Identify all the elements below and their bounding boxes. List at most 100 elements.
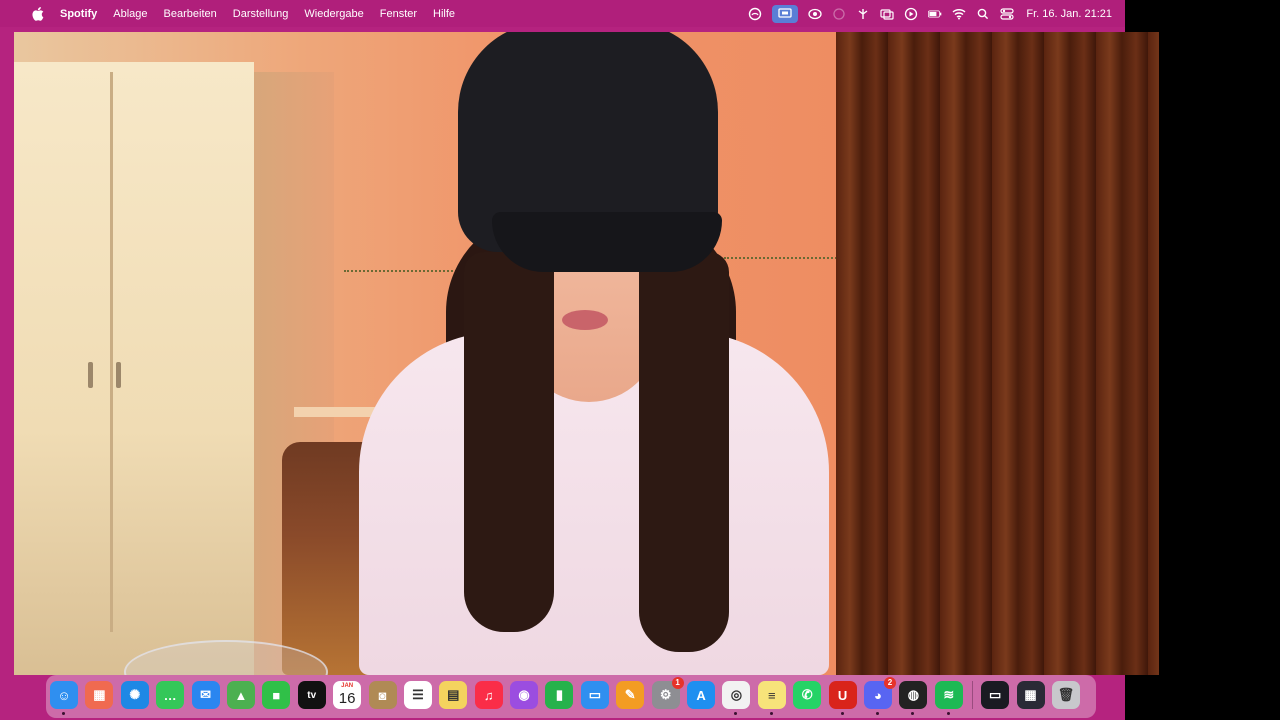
discord-glyph: ◕ — [874, 687, 882, 703]
display-icon[interactable] — [880, 7, 894, 21]
music-glyph: ♫ — [483, 687, 494, 703]
chrome-glyph: ◎ — [730, 687, 743, 702]
dock-finder-icon[interactable]: ☺ — [50, 681, 78, 715]
messages-glyph: … — [163, 687, 177, 703]
menu-wiedergabe[interactable]: Wiedergabe — [304, 8, 363, 20]
creative-cloud-icon[interactable] — [748, 7, 762, 21]
dock-facetime-icon[interactable]: ■ — [262, 681, 291, 709]
video-wardrobe-split — [110, 72, 113, 632]
discord-badge: 2 — [883, 677, 896, 689]
dock-apple-tv-icon[interactable]: tv — [297, 681, 326, 709]
dock-obs-icon[interactable]: ◍ — [899, 681, 928, 715]
maps-glyph: ▲ — [234, 687, 248, 703]
control-center-icon[interactable] — [1000, 7, 1014, 21]
safari-glyph: ✺ — [129, 687, 141, 702]
dock-separator — [972, 681, 974, 709]
video-wardrobe — [14, 62, 254, 675]
obs-glyph: ◍ — [907, 687, 920, 702]
wifi-icon[interactable] — [952, 7, 966, 21]
keynote-glyph: ▭ — [588, 687, 601, 702]
running-indicator — [875, 712, 879, 715]
menubar-clock[interactable]: Fr. 16. Jan. 21:21 — [1026, 8, 1112, 20]
dock-recent-window-1-icon[interactable]: ▭ — [981, 681, 1010, 709]
dock-reminders-icon[interactable]: ☰ — [403, 681, 432, 709]
podcasts-glyph: ◉ — [518, 687, 530, 702]
dock-keynote-icon[interactable]: ▭ — [580, 681, 609, 709]
stickies-glyph: ≡ — [768, 687, 776, 703]
video-person-hair-right — [639, 252, 729, 652]
dock-items: ☺ ▦ ✺… ✉ ▲ ■ tv JAN 16 ◙ ☰ ▤ ♫ ◉ ▮ ▭ ✎ ⚙ 1 A ◎ ≡ ✆ U ◕ 2 ◍ ≋ ▭ ▦ 🗑 — [50, 677, 1087, 715]
menu-hilfe[interactable]: Hilfe — [433, 8, 455, 20]
battery-icon[interactable] — [928, 7, 942, 21]
video-wardrobe-handle — [88, 362, 93, 388]
apple-tv-glyph: tv — [307, 689, 317, 701]
menu-app-name[interactable]: Spotify — [60, 8, 97, 20]
video-curtain — [836, 32, 1159, 675]
dock-trash-icon[interactable]: 🗑 — [1051, 681, 1080, 709]
dock-podcasts-icon[interactable]: ◉ — [510, 681, 539, 709]
focus-icon[interactable] — [832, 7, 846, 21]
apple-menu-icon[interactable] — [30, 6, 46, 22]
spotlight-search-icon[interactable] — [976, 7, 990, 21]
dock-whatsapp-icon[interactable]: ✆ — [793, 681, 822, 709]
dock-stickies-icon[interactable]: ≡ — [757, 681, 786, 715]
launchpad-glyph: ▦ — [93, 687, 106, 702]
screen-share-icon[interactable] — [772, 4, 799, 23]
dock-notes-icon[interactable]: ▤ — [439, 681, 468, 709]
dock-numbers-icon[interactable]: ▮ — [545, 681, 574, 709]
dock-app-store-icon[interactable]: A — [687, 681, 716, 709]
mail-glyph: ✉ — [200, 687, 212, 702]
whatsapp-glyph: ✆ — [801, 687, 813, 702]
dock-recent-window-2-icon[interactable]: ▦ — [1016, 681, 1045, 709]
dock-maps-icon[interactable]: ▲ — [226, 681, 255, 709]
notes-glyph: ▤ — [447, 687, 460, 702]
screen: Spotify Ablage Bearbeiten Darstellung Wi… — [0, 0, 1280, 720]
dock-contacts-icon[interactable]: ◙ — [368, 681, 397, 709]
menu-fenster[interactable]: Fenster — [380, 8, 417, 20]
calendar-day-label: 16 — [338, 690, 356, 707]
recent-window-1-glyph: ▭ — [989, 687, 1002, 702]
system-settings-badge: 1 — [671, 677, 684, 689]
video-person-lips — [562, 310, 608, 330]
dock-system-settings-icon[interactable]: ⚙ 1 — [651, 677, 684, 709]
running-indicator — [62, 712, 65, 715]
reminders-glyph: ☰ — [412, 687, 424, 702]
dock-uhh-icon[interactable]: U — [828, 681, 857, 715]
dock-safari-icon[interactable]: ✺ — [120, 681, 149, 709]
finder-glyph: ☺ — [57, 687, 71, 703]
running-indicator — [769, 712, 773, 715]
video-person-hair-left — [464, 252, 554, 632]
contacts-glyph: ◙ — [378, 687, 387, 703]
dock-chrome-icon[interactable]: ◎ — [722, 681, 751, 715]
webcam-video-feed — [14, 32, 1159, 675]
running-indicator — [840, 712, 844, 715]
dock-spotify-icon[interactable]: ≋ — [934, 681, 963, 715]
running-indicator — [946, 712, 950, 715]
calendar-month-label: JAN — [341, 683, 354, 689]
trash-glyph: 🗑 — [1057, 687, 1075, 702]
video-wall-vine — [724, 247, 844, 259]
video-wardrobe-handle — [116, 362, 121, 388]
spotify-glyph: ≋ — [943, 687, 955, 702]
play-icon[interactable] — [904, 7, 918, 21]
numbers-glyph: ▮ — [555, 687, 564, 702]
dock-discord-icon[interactable]: ◕ 2 — [863, 677, 896, 715]
dock-mail-icon[interactable]: ✉ — [191, 681, 220, 709]
status-area: Fr. 16. Jan. 21:21 — [738, 0, 1112, 27]
recent-window-2-glyph: ▦ — [1024, 687, 1037, 702]
dock-pages-icon[interactable]: ✎ — [616, 681, 645, 709]
dock-launchpad-icon[interactable]: ▦ — [85, 681, 114, 709]
menu-bearbeiten[interactable]: Bearbeiten — [164, 8, 217, 20]
menu-bar: Spotify Ablage Bearbeiten Darstellung Wi… — [0, 0, 1125, 27]
dock-calendar-icon[interactable]: JAN 16 — [333, 681, 362, 709]
menu-ablage[interactable]: Ablage — [113, 8, 147, 20]
dock-music-icon[interactable]: ♫ — [474, 681, 503, 709]
dock-messages-icon[interactable]: … — [156, 681, 185, 709]
menu-darstellung[interactable]: Darstellung — [233, 8, 289, 20]
control-icon[interactable] — [856, 7, 870, 21]
app-store-glyph: A — [696, 687, 706, 703]
facetime-glyph: ■ — [272, 687, 281, 703]
system-settings-glyph: ⚙ — [659, 687, 672, 702]
uhh-glyph: U — [837, 687, 848, 703]
airplay-icon[interactable] — [808, 7, 823, 21]
